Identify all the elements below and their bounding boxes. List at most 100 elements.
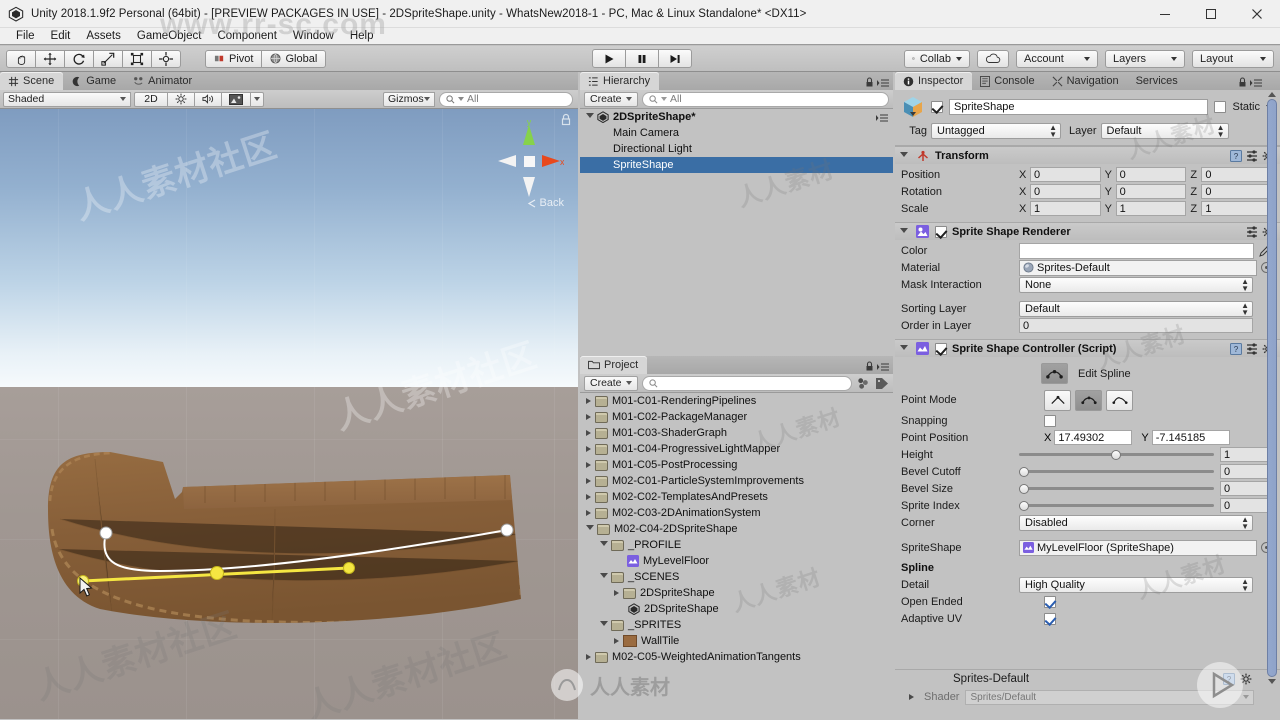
hand-tool[interactable] — [6, 49, 36, 68]
slider-knob[interactable] — [1110, 449, 1121, 460]
chevron-right-icon[interactable] — [586, 478, 591, 484]
preset-icon[interactable] — [1246, 149, 1258, 162]
hierarchy-row-directional-light[interactable]: Directional Light — [580, 141, 893, 157]
tab-scene[interactable]: Scene — [0, 72, 64, 90]
account-dropdown[interactable]: Account — [1016, 49, 1098, 68]
step-button[interactable] — [658, 49, 692, 68]
tab-navigation[interactable]: Navigation — [1044, 72, 1128, 90]
project-row[interactable]: M01-C01-RenderingPipelines — [580, 393, 893, 409]
inspector-scrollbar[interactable] — [1266, 92, 1278, 717]
chevron-right-icon[interactable] — [909, 694, 914, 700]
panel-menu-icon[interactable] — [877, 362, 889, 371]
scale-x-input[interactable]: 1 — [1030, 201, 1101, 216]
toggle-2d[interactable]: 2D — [134, 91, 168, 107]
point-mode-mirrored-button[interactable] — [1075, 389, 1102, 411]
hierarchy-search-input[interactable]: All — [642, 91, 889, 107]
hierarchy-row-main-camera[interactable]: Main Camera — [580, 125, 893, 141]
toggle-lighting[interactable] — [167, 91, 195, 107]
hierarchy-row-scene[interactable]: 2DSpriteShape* — [580, 109, 893, 125]
tab-hierarchy[interactable]: Hierarchy — [580, 72, 660, 90]
project-row[interactable]: _SPRITES — [580, 617, 893, 633]
hierarchy-create-button[interactable]: Create — [584, 91, 638, 107]
chevron-right-icon[interactable] — [586, 494, 591, 500]
play-button[interactable] — [592, 49, 626, 68]
slider-knob[interactable] — [1019, 500, 1029, 511]
project-tree[interactable]: M01-C01-RenderingPipelines M01-C02-Packa… — [580, 393, 893, 718]
slider-knob[interactable] — [1019, 483, 1029, 494]
transform-tool[interactable] — [151, 49, 181, 68]
close-button[interactable] — [1234, 0, 1280, 28]
menu-window[interactable]: Window — [285, 28, 342, 45]
rotation-y-input[interactable]: 0 — [1115, 184, 1187, 199]
spriteshape-object-field[interactable]: MyLevelFloor (SpriteShape) — [1019, 539, 1257, 556]
cloud-button[interactable] — [977, 49, 1009, 68]
sprite-index-slider[interactable] — [1019, 498, 1214, 513]
menu-file[interactable]: File — [8, 28, 43, 45]
hierarchy-row-spriteshape[interactable]: SpriteShape — [580, 157, 893, 173]
filter-by-label-icon[interactable] — [875, 377, 889, 390]
panel-menu-icon[interactable] — [877, 78, 889, 87]
rect-tool[interactable] — [122, 49, 152, 68]
chevron-right-icon[interactable] — [586, 430, 591, 436]
menu-component[interactable]: Component — [209, 28, 284, 45]
bevel-size-slider[interactable] — [1019, 481, 1214, 496]
scroll-up-arrow[interactable] — [1268, 92, 1276, 97]
filter-by-type-icon[interactable] — [856, 377, 871, 390]
lock-icon[interactable] — [560, 113, 572, 126]
project-row[interactable]: 2DSpriteShape — [580, 601, 893, 617]
project-row[interactable]: 2DSpriteShape — [580, 585, 893, 601]
chevron-down-icon[interactable] — [586, 113, 594, 121]
point-position-x-input[interactable]: 17.49302 — [1054, 430, 1133, 445]
slider-knob[interactable] — [1019, 466, 1029, 477]
order-in-layer-input[interactable]: 0 — [1019, 318, 1253, 333]
sprite-index-input[interactable]: 0 — [1220, 498, 1272, 513]
sprite-shape-renderer-enabled-checkbox[interactable] — [935, 225, 947, 238]
layers-dropdown[interactable]: Layers — [1105, 49, 1185, 68]
gear-icon[interactable] — [1240, 673, 1252, 685]
chevron-down-icon[interactable] — [600, 621, 608, 629]
edit-spline-button[interactable] — [1041, 363, 1068, 384]
gizmos-dropdown[interactable]: Gizmos — [383, 91, 435, 107]
effects-dropdown[interactable] — [250, 91, 264, 107]
transform-header[interactable]: Transform ? — [895, 147, 1280, 164]
tag-dropdown[interactable]: Untagged ▲ ▼ — [931, 123, 1061, 139]
layer-dropdown[interactable]: Default ▲ ▼ — [1100, 123, 1229, 139]
tab-console[interactable]: Console — [972, 72, 1043, 90]
gizmo-view-label-row[interactable]: Back — [527, 197, 564, 209]
open-ended-checkbox[interactable] — [1044, 595, 1056, 608]
chevron-down-icon[interactable] — [600, 541, 608, 549]
draw-mode-dropdown[interactable]: Shaded — [3, 91, 131, 107]
project-row[interactable]: M02-C01-ParticleSystemImprovements — [580, 473, 893, 489]
collab-button[interactable]: Collab — [904, 49, 970, 68]
project-row[interactable]: _SCENES — [580, 569, 893, 585]
project-row[interactable]: M01-C03-ShaderGraph — [580, 425, 893, 441]
toggle-effects[interactable] — [221, 91, 251, 107]
project-row[interactable]: M01-C04-ProgressiveLightMapper — [580, 441, 893, 457]
chevron-right-icon[interactable] — [614, 590, 619, 596]
chevron-right-icon[interactable] — [586, 462, 591, 468]
chevron-down-icon[interactable] — [900, 151, 908, 160]
rotate-tool[interactable] — [64, 49, 94, 68]
sprite-shape-controller-enabled-checkbox[interactable] — [935, 342, 947, 355]
static-checkbox[interactable] — [1214, 101, 1227, 113]
menu-gameobject[interactable]: GameObject — [129, 28, 210, 45]
point-mode-linear-button[interactable] — [1044, 389, 1071, 411]
maximize-button[interactable] — [1188, 0, 1234, 28]
mask-interaction-dropdown[interactable]: None ▲ ▼ — [1019, 276, 1253, 293]
toggle-audio[interactable] — [194, 91, 222, 107]
preset-icon[interactable] — [1246, 342, 1258, 355]
pivot-toggle[interactable]: Pivot — [205, 49, 263, 68]
tab-animator[interactable]: Animator — [125, 72, 201, 90]
panel-menu-icon[interactable] — [876, 113, 888, 122]
layout-dropdown[interactable]: Layout — [1192, 49, 1274, 68]
menu-help[interactable]: Help — [342, 28, 382, 45]
point-mode-broken-button[interactable] — [1106, 389, 1133, 411]
menu-assets[interactable]: Assets — [78, 28, 129, 45]
project-create-button[interactable]: Create — [584, 375, 638, 391]
sprite-shape-renderer-header[interactable]: Sprite Shape Renderer — [895, 223, 1280, 240]
panel-menu-icon[interactable] — [1250, 78, 1262, 87]
snapping-checkbox[interactable] — [1044, 414, 1056, 427]
project-row[interactable]: M01-C05-PostProcessing — [580, 457, 893, 473]
project-row[interactable]: M02-C05-WeightedAnimationTangents — [580, 649, 893, 665]
scroll-down-arrow[interactable] — [1268, 679, 1276, 684]
